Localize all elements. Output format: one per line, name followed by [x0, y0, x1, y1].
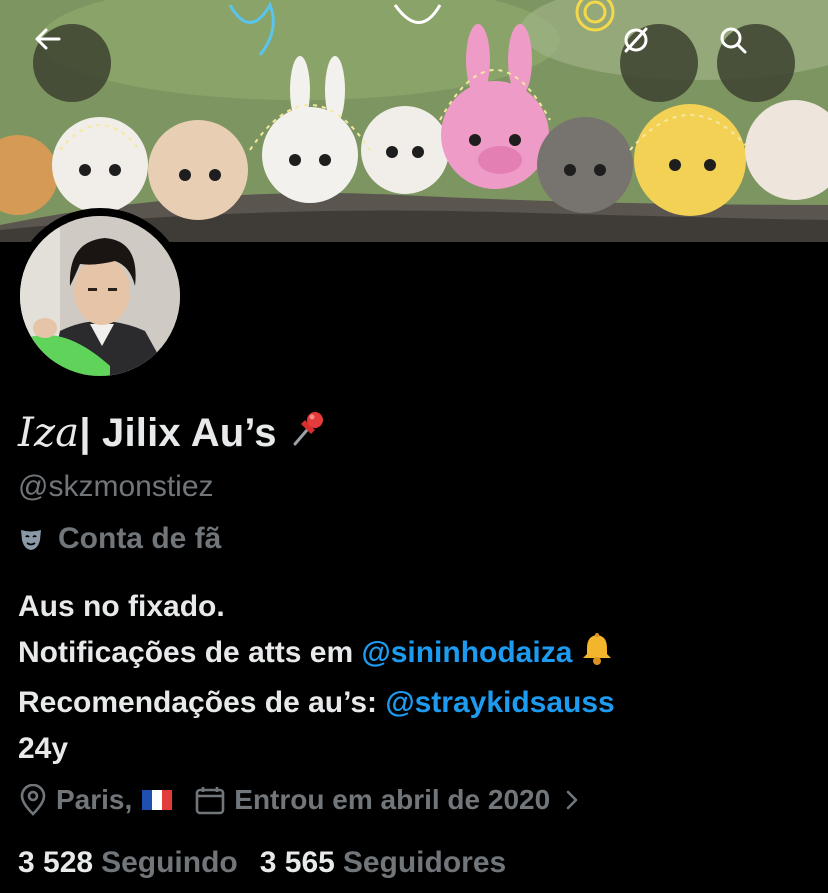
following-link[interactable]: 3 528 Seguindo	[18, 846, 238, 880]
back-button[interactable]	[33, 24, 111, 102]
bio-line-3: Recomendações de au’s: @straykidsauss	[18, 680, 615, 726]
following-count: 3 528	[18, 846, 94, 879]
sync-off-icon	[624, 27, 648, 53]
chevron-right-icon	[566, 790, 578, 810]
banner-image	[0, 0, 828, 242]
pushpin-icon	[291, 410, 325, 456]
profile-handle: @skzmonstiez	[18, 470, 214, 503]
name-text: | Jilix Au’s	[79, 410, 277, 455]
avatar[interactable]	[12, 208, 188, 384]
bell-icon	[581, 632, 613, 680]
joined-item[interactable]: Entrou em abril de 2020	[194, 784, 590, 816]
profile-name: Iza | Jilix Au’s	[18, 410, 325, 456]
bio-line-4: 24y	[18, 732, 69, 765]
profile-meta: Paris, Entrou em abril de 2020	[18, 784, 612, 816]
name-italic: Iza	[18, 410, 80, 456]
sync-button[interactable]	[620, 24, 698, 102]
search-icon	[720, 27, 747, 54]
arrow-left-icon	[35, 28, 61, 50]
theater-mask-icon	[18, 526, 44, 552]
following-label: Seguindo	[101, 846, 238, 879]
france-flag-icon	[142, 790, 173, 810]
profile-bio: Aus no fixado. Notificações de atts em @…	[18, 584, 615, 772]
profile-stats: 3 528 Seguindo 3 565 Seguidores	[18, 846, 528, 880]
location-item: Paris,	[18, 784, 173, 816]
followers-label: Seguidores	[342, 846, 507, 879]
mention-link-straykidsauss[interactable]: @straykidsauss	[385, 686, 614, 719]
location-text: Paris,	[56, 784, 133, 815]
followers-count: 3 565	[259, 846, 335, 879]
calendar-icon	[195, 787, 225, 815]
followers-link[interactable]: 3 565 Seguidores	[260, 846, 506, 880]
category-label: Conta de fã	[58, 522, 222, 555]
location-pin-icon	[20, 784, 46, 816]
bio-line-2: Notificações de atts em @sininhodaiza	[18, 630, 615, 680]
bio-line-1: Aus no fixado.	[18, 590, 225, 623]
mention-link-sininhodaiza[interactable]: @sininhodaiza	[361, 636, 572, 669]
profile-category[interactable]: Conta de fã	[18, 522, 221, 556]
search-button[interactable]	[717, 24, 795, 102]
joined-text: Entrou em abril de 2020	[234, 784, 551, 815]
profile-banner[interactable]	[0, 0, 828, 242]
bio-line-3-text: Recomendações de au’s:	[18, 686, 386, 719]
avatar-image	[20, 216, 180, 376]
bio-line-2-text: Notificações de atts em	[18, 636, 362, 669]
